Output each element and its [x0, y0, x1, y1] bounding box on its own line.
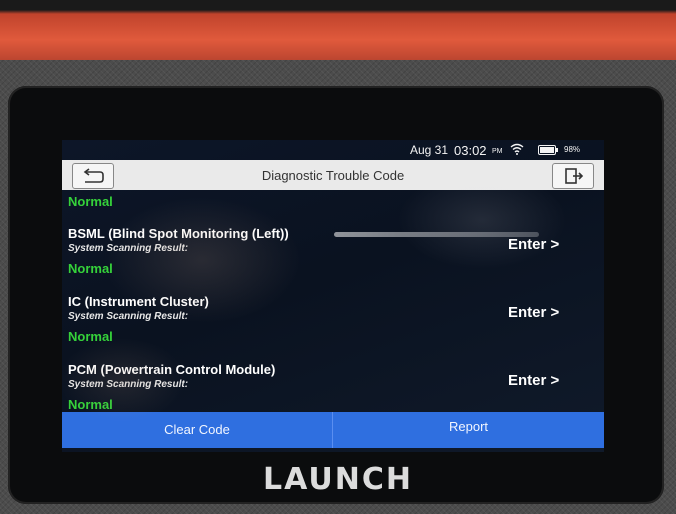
system-name: IC (Instrument Cluster): [68, 294, 209, 309]
system-scan-label: System Scanning Result:: [68, 379, 189, 390]
clear-code-button[interactable]: Clear Code: [62, 412, 333, 448]
report-button[interactable]: Report: [333, 412, 604, 448]
brand-logo: LAUNCH: [262, 462, 413, 497]
system-result: Normal: [68, 397, 113, 412]
battery-level-fill: [540, 147, 554, 153]
exit-button[interactable]: [552, 163, 594, 189]
system-name: BSML (Blind Spot Monitoring (Left)): [68, 226, 289, 241]
status-bar: Aug 31 03:02 PM 98%: [62, 140, 604, 160]
enter-button[interactable]: Enter >: [508, 236, 559, 253]
status-time: 03:02: [454, 143, 487, 158]
screen-glare: [334, 232, 539, 237]
system-result: Normal: [68, 329, 113, 344]
status-ampm: PM: [492, 148, 503, 155]
system-scan-label: System Scanning Result:: [68, 311, 189, 322]
bottom-action-bar: Clear Code Report: [62, 412, 604, 448]
system-scan-label: System Scanning Result:: [68, 243, 189, 254]
system-result: Normal: [68, 261, 113, 276]
status-date: Aug 31: [410, 143, 449, 157]
top-result-normal: Normal: [68, 194, 113, 209]
device-screen: Aug 31 03:02 PM 98% Diagnostic Trouble C…: [62, 140, 604, 452]
title-bar: Diagnostic Trouble Code: [62, 160, 604, 190]
enter-button[interactable]: Enter >: [508, 304, 559, 321]
page-title: Diagnostic Trouble Code: [261, 168, 405, 183]
enter-button[interactable]: Enter >: [508, 372, 559, 389]
battery-percent: 98%: [564, 145, 581, 154]
battery-icon: [538, 145, 556, 155]
system-list: Normal BSML (Blind Spot Monitoring (Left…: [62, 190, 604, 412]
battery-tip: [556, 148, 558, 152]
wifi-icon: [510, 143, 524, 155]
system-name: PCM (Powertrain Control Module): [68, 362, 276, 377]
exit-icon: [565, 168, 584, 184]
list-item[interactable]: IC (Instrument Cluster) System Scanning …: [62, 294, 604, 360]
